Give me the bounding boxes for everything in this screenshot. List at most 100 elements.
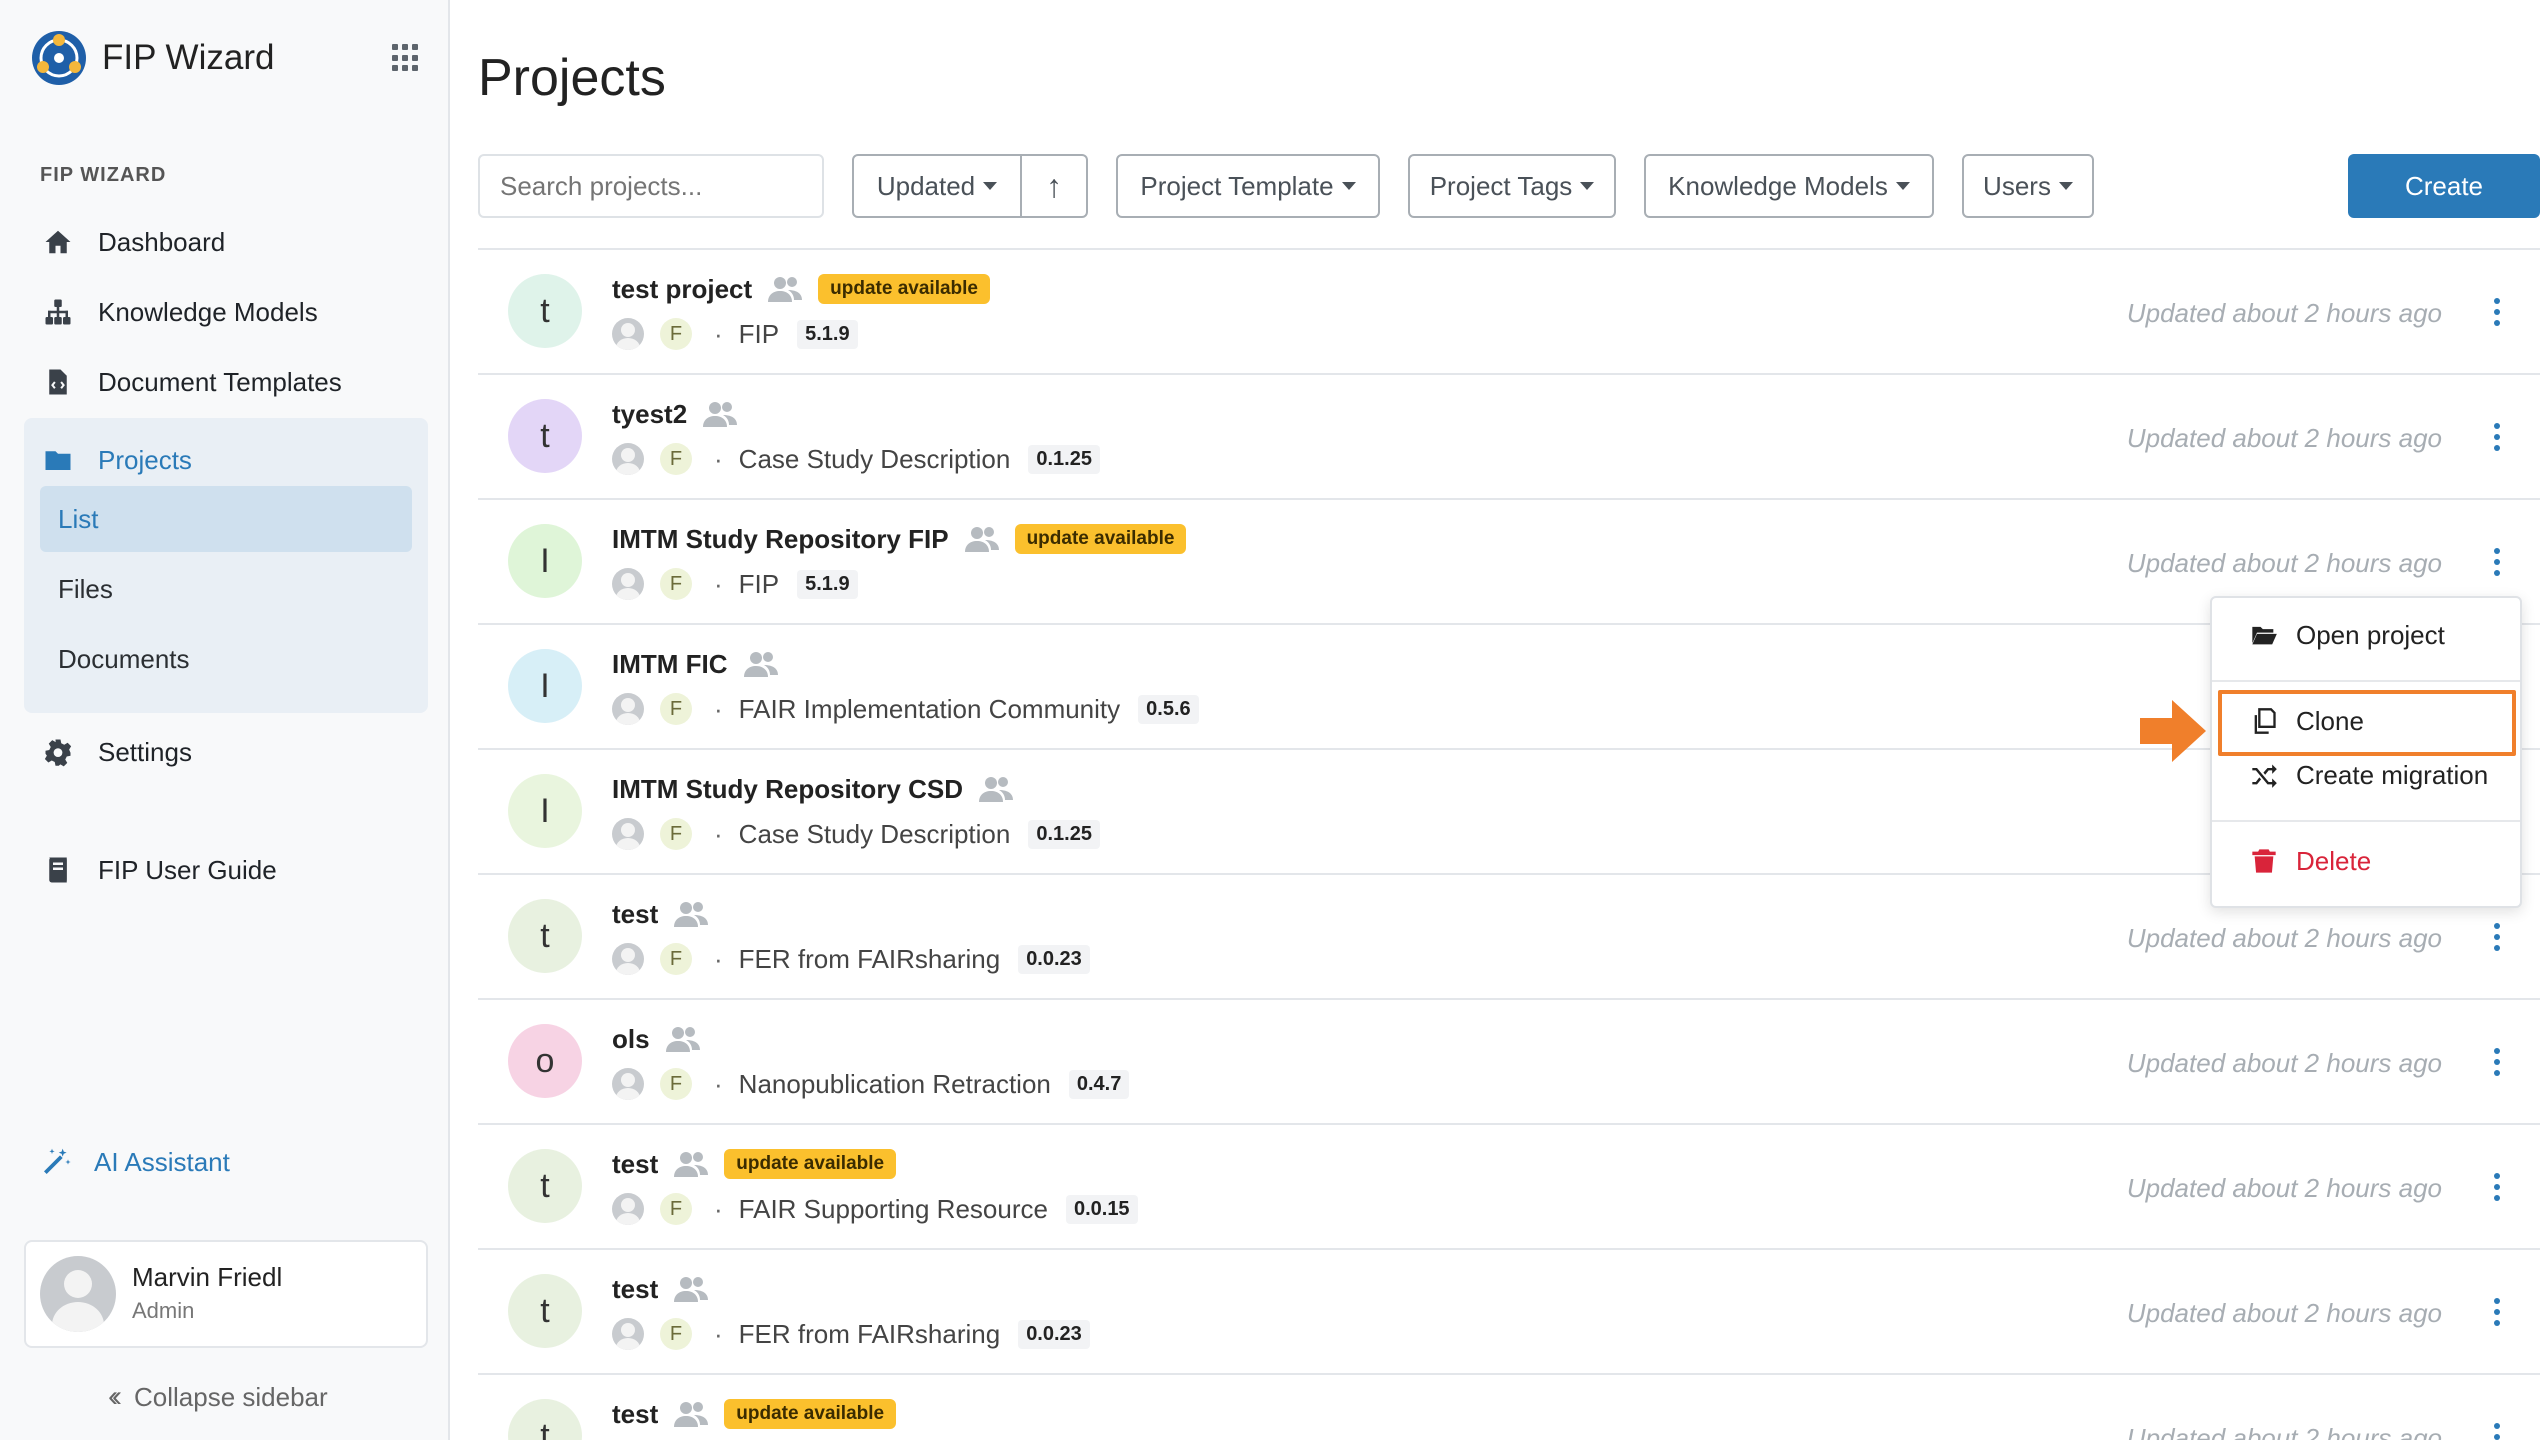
project-name[interactable]: tyest2 xyxy=(612,399,687,430)
project-name[interactable]: IMTM FIC xyxy=(612,649,728,680)
updated-timestamp: Updated about 2 hours ago xyxy=(2126,1173,2442,1203)
separator-dot: · xyxy=(714,1068,723,1099)
owner-avatar xyxy=(612,318,644,350)
update-available-badge: update available xyxy=(724,1399,897,1429)
project-template-filter[interactable]: Project Template xyxy=(1116,154,1380,218)
sidebar-item-dashboard[interactable]: Dashboard xyxy=(40,214,225,270)
updated-timestamp: Updated about 2 hours ago xyxy=(2126,1423,2442,1440)
sidebar-item-settings[interactable]: Settings xyxy=(40,724,192,780)
project-template-name: FER from FAIRsharing xyxy=(738,1318,1001,1349)
more-vertical-icon[interactable] xyxy=(2492,298,2502,326)
double-chevron-left-icon: ‹‹ xyxy=(108,1380,122,1413)
project-name[interactable]: IMTM Study Repository FIP xyxy=(612,524,949,555)
more-vertical-icon[interactable] xyxy=(2492,923,2502,951)
sidebar-item-knowledge-models[interactable]: Knowledge Models xyxy=(40,284,318,340)
open-project-menu-item[interactable]: Open project xyxy=(2212,608,2520,662)
owner-initial-avatar: F xyxy=(660,1193,692,1225)
users-icon xyxy=(743,651,778,677)
sidebar-item-fip-user-guide[interactable]: FIP User Guide xyxy=(40,842,277,898)
menu-divider xyxy=(2212,680,2520,682)
owner-initial-avatar: F xyxy=(660,318,692,350)
project-name-line: test xyxy=(612,897,709,931)
caret-down-icon xyxy=(983,182,998,190)
project-template-name: Nanopublication Retraction xyxy=(738,1068,1051,1099)
project-row[interactable]: ttestupdate availableF·FIP5.1.9Updated a… xyxy=(478,1373,2540,1440)
sidebar-subitem-documents[interactable]: Documents xyxy=(40,626,412,692)
project-name[interactable]: test project xyxy=(612,274,752,305)
sort-direction-button[interactable]: ↑ xyxy=(1022,154,1088,218)
more-vertical-icon[interactable] xyxy=(2492,1423,2502,1440)
menu-item-label: Create migration xyxy=(2296,759,2489,790)
project-row[interactable]: t test update available F · FAIR Supporting R… xyxy=(478,1123,2540,1248)
arrow-right-icon xyxy=(2140,700,2206,762)
fip-wizard-logo-icon xyxy=(32,31,86,85)
template-version: 5.1.9 xyxy=(797,319,858,349)
project-meta: F · FIP 5.1.9 xyxy=(612,566,858,602)
project-name[interactable]: test xyxy=(612,1399,658,1430)
project-template-name: FIP xyxy=(738,568,780,599)
knowledge-models-filter[interactable]: Knowledge Models xyxy=(1644,154,1934,218)
owner-avatar xyxy=(612,1318,644,1350)
user-card[interactable]: Marvin Friedl Admin xyxy=(24,1240,428,1348)
home-icon xyxy=(40,224,76,260)
project-tags-filter[interactable]: Project Tags xyxy=(1408,154,1616,218)
updated-timestamp: Updated about 2 hours ago xyxy=(2126,423,2442,453)
template-version: 0.1.25 xyxy=(1028,819,1100,849)
project-name[interactable]: ols xyxy=(612,1024,650,1055)
user-name: Marvin Friedl xyxy=(132,1262,283,1292)
brand[interactable]: FIP Wizard xyxy=(30,28,274,88)
project-row[interactable]: t test project update available F · FIP 5.1.9 U… xyxy=(478,248,2540,373)
more-vertical-icon[interactable] xyxy=(2492,548,2502,576)
more-vertical-icon[interactable] xyxy=(2492,423,2502,451)
owner-initial-avatar: F xyxy=(660,443,692,475)
collapse-sidebar-button[interactable]: ‹‹ Collapse sidebar xyxy=(108,1380,328,1414)
sidebar-item-label: Document Templates xyxy=(98,366,342,397)
update-available-badge: update available xyxy=(1014,524,1187,554)
create-button[interactable]: Create xyxy=(2348,154,2540,218)
sidebar-subitem-files[interactable]: Files xyxy=(40,556,412,622)
owner-initial-avatar: F xyxy=(660,693,692,725)
sidebar-item-label: Dashboard xyxy=(98,226,226,257)
sidebar-item-projects[interactable]: Projects xyxy=(40,432,192,488)
project-row[interactable]: t tyest2 F · Case Study Description 0.1.25 Upd… xyxy=(478,373,2540,498)
updated-timestamp: Updated about 2 hours ago xyxy=(2126,548,2442,578)
project-row[interactable]: t test F · FER from FAIRsharing 0.0.23 Updated… xyxy=(478,1248,2540,1373)
project-name[interactable]: test xyxy=(612,1149,658,1180)
page-title: Projects xyxy=(478,49,666,107)
sidebar-item-document-templates[interactable]: Document Templates xyxy=(40,354,342,410)
sidebar-item-label: Projects xyxy=(98,444,192,475)
project-row[interactable]: o ols F · Nanopublication Retraction 0.4.7 Upd… xyxy=(478,998,2540,1123)
create-migration-menu-item[interactable]: Create migration xyxy=(2212,748,2520,802)
more-vertical-icon[interactable] xyxy=(2492,1298,2502,1326)
sidebar-subitem-list[interactable]: List xyxy=(40,486,412,552)
more-vertical-icon[interactable] xyxy=(2492,1048,2502,1076)
more-vertical-icon[interactable] xyxy=(2492,1173,2502,1201)
avatar xyxy=(40,1256,116,1332)
project-meta: F · FAIR Supporting Resource 0.0.15 xyxy=(612,1191,1138,1227)
project-avatar: t xyxy=(508,274,582,348)
project-avatar: t xyxy=(508,399,582,473)
project-meta: F · FAIR Implementation Community 0.5.6 xyxy=(612,691,1199,727)
project-avatar: I xyxy=(508,524,582,598)
separator-dot: · xyxy=(714,1193,723,1224)
sort-field-dropdown[interactable]: Updated xyxy=(852,154,1022,218)
project-avatar: t xyxy=(508,1274,582,1348)
delete-menu-item[interactable]: Delete xyxy=(2212,834,2520,888)
project-meta: F · FER from FAIRsharing 0.0.23 xyxy=(612,941,1090,977)
project-template-name: FER from FAIRsharing xyxy=(738,943,1001,974)
apps-grid-icon[interactable] xyxy=(392,44,420,72)
template-version: 0.1.25 xyxy=(1028,444,1100,474)
project-name[interactable]: test xyxy=(612,899,658,930)
project-name[interactable]: IMTM Study Repository CSD xyxy=(612,774,963,805)
project-template-name: FIP xyxy=(738,318,780,349)
separator-dot: · xyxy=(714,818,723,849)
magic-wand-icon xyxy=(44,1148,71,1174)
project-name[interactable]: test xyxy=(612,1274,658,1305)
collapse-sidebar-label: Collapse sidebar xyxy=(133,1381,328,1412)
project-name-line: IMTM Study Repository CSD xyxy=(612,772,1014,806)
users-filter[interactable]: Users xyxy=(1962,154,2094,218)
project-meta: F · Case Study Description 0.1.25 xyxy=(612,441,1100,477)
trash-icon xyxy=(2252,849,2276,873)
search-input[interactable] xyxy=(478,154,824,218)
ai-assistant-button[interactable]: AI Assistant xyxy=(40,1146,230,1178)
